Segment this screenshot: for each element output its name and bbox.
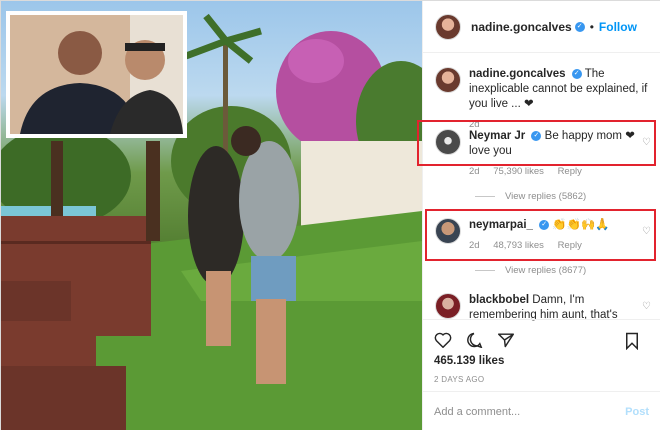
inset-photo-scene bbox=[10, 15, 183, 134]
post-photo[interactable] bbox=[1, 1, 422, 430]
heart-icon[interactable]: ♡ bbox=[642, 299, 651, 314]
caption-username[interactable]: nadine.goncalves bbox=[469, 68, 566, 80]
follow-button[interactable]: Follow bbox=[599, 20, 637, 34]
post-button[interactable]: Post bbox=[625, 406, 649, 418]
author-avatar[interactable] bbox=[435, 13, 461, 40]
comment-username[interactable]: blackbobel bbox=[469, 294, 529, 306]
author-username[interactable]: nadine.goncalves bbox=[471, 20, 572, 34]
post-timestamp: 2 DAYS AGO bbox=[434, 375, 485, 384]
reply-button[interactable]: Reply bbox=[558, 166, 582, 177]
add-comment-bar: Add a comment... Post bbox=[422, 391, 660, 430]
heart-icon[interactable] bbox=[434, 332, 452, 349]
view-replies-link[interactable]: View replies (5862) bbox=[475, 191, 586, 202]
comment-icon[interactable] bbox=[465, 332, 483, 349]
caption-avatar[interactable] bbox=[435, 67, 461, 93]
comment-likes[interactable]: 75,390 likes bbox=[493, 166, 544, 177]
highlight-box bbox=[417, 120, 656, 166]
post-modal: nadine.goncalves ✓ • Follow nadine.gonca… bbox=[0, 0, 660, 430]
post-header: nadine.goncalves ✓ • Follow bbox=[423, 1, 660, 53]
add-comment-input[interactable]: Add a comment... bbox=[434, 406, 520, 418]
view-replies-link[interactable]: View replies (8677) bbox=[475, 265, 586, 276]
verified-icon: ✓ bbox=[574, 21, 585, 32]
bookmark-icon[interactable] bbox=[624, 332, 640, 350]
verified-icon: ✓ bbox=[571, 68, 582, 79]
comment-avatar[interactable] bbox=[435, 293, 461, 319]
share-icon[interactable] bbox=[497, 332, 515, 348]
comment-time: 2d bbox=[469, 166, 480, 177]
inset-photo bbox=[6, 11, 187, 138]
separator-dot: • bbox=[589, 19, 594, 34]
highlight-box bbox=[425, 209, 656, 261]
likes-count[interactable]: 465.139 likes bbox=[434, 355, 504, 367]
